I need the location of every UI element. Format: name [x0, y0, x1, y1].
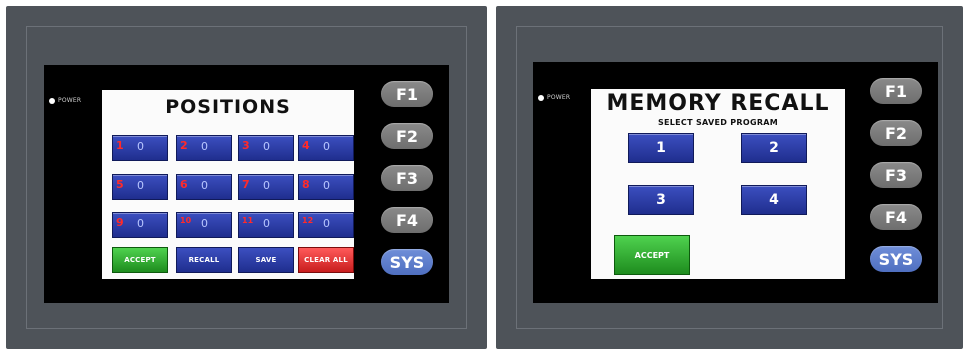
program-button-2[interactable]: 2 [741, 133, 807, 163]
position-value: 0 [137, 179, 144, 192]
f4-key[interactable]: F4 [870, 204, 922, 230]
position-value: 0 [323, 217, 330, 230]
hmi-panel-positions: POWER POSITIONS 1 0 2 0 3 0 4 0 5 0 6 0 … [6, 6, 487, 349]
position-button-2[interactable]: 2 0 [176, 135, 232, 161]
recall-button[interactable]: RECALL [176, 247, 232, 273]
position-button-7[interactable]: 7 0 [238, 174, 294, 200]
f2-key[interactable]: F2 [381, 123, 433, 149]
power-label: POWER [547, 94, 571, 101]
program-button-3[interactable]: 3 [628, 185, 694, 215]
screen-bezel: POWER MEMORY RECALL SELECT SAVED PROGRAM… [533, 62, 938, 303]
page-subtitle: SELECT SAVED PROGRAM [657, 118, 779, 127]
position-button-6[interactable]: 6 0 [176, 174, 232, 200]
position-number: 11 [242, 216, 254, 225]
accept-button[interactable]: ACCEPT [112, 247, 168, 273]
save-button[interactable]: SAVE [238, 247, 294, 273]
position-value: 0 [137, 140, 144, 153]
power-indicator: POWER [49, 97, 81, 104]
position-button-5[interactable]: 5 0 [112, 174, 168, 200]
position-number: 5 [116, 178, 124, 191]
position-value: 0 [323, 179, 330, 192]
f1-key[interactable]: F1 [870, 78, 922, 104]
position-value: 0 [201, 179, 208, 192]
position-number: 4 [302, 139, 310, 152]
position-button-10[interactable]: 10 0 [176, 212, 232, 238]
power-indicator: POWER [538, 94, 570, 101]
program-button-4[interactable]: 4 [741, 185, 807, 215]
position-value: 0 [137, 217, 144, 230]
program-button-1[interactable]: 1 [628, 133, 694, 163]
position-value: 0 [323, 140, 330, 153]
position-button-8[interactable]: 8 0 [298, 174, 354, 200]
position-number: 12 [302, 216, 314, 225]
f3-key[interactable]: F3 [381, 165, 433, 191]
position-button-11[interactable]: 11 0 [238, 212, 294, 238]
position-number: 10 [180, 216, 192, 225]
position-number: 1 [116, 139, 124, 152]
position-button-4[interactable]: 4 0 [298, 135, 354, 161]
position-number: 2 [180, 139, 188, 152]
position-value: 0 [263, 179, 270, 192]
position-button-9[interactable]: 9 0 [112, 212, 168, 238]
f1-key[interactable]: F1 [381, 81, 433, 107]
f4-key[interactable]: F4 [381, 207, 433, 233]
hmi-panel-memory-recall: POWER MEMORY RECALL SELECT SAVED PROGRAM… [496, 6, 963, 349]
position-value: 0 [263, 140, 270, 153]
page-title: MEMORY RECALL [606, 91, 830, 116]
sys-key[interactable]: SYS [381, 249, 433, 275]
power-label: POWER [58, 97, 82, 104]
position-button-12[interactable]: 12 0 [298, 212, 354, 238]
f2-key[interactable]: F2 [870, 120, 922, 146]
position-number: 6 [180, 178, 188, 191]
clear-all-button[interactable]: CLEAR ALL [298, 247, 354, 273]
position-number: 9 [116, 216, 124, 229]
position-number: 8 [302, 178, 310, 191]
power-led-icon [49, 97, 55, 104]
touch-screen: POSITIONS 1 0 2 0 3 0 4 0 5 0 6 0 7 0 8 … [102, 90, 354, 279]
touch-screen: MEMORY RECALL SELECT SAVED PROGRAM 1 2 3… [591, 89, 845, 279]
position-value: 0 [201, 140, 208, 153]
position-button-3[interactable]: 3 0 [238, 135, 294, 161]
position-value: 0 [263, 217, 270, 230]
position-number: 7 [242, 178, 250, 191]
f3-key[interactable]: F3 [870, 162, 922, 188]
page-title: POSITIONS [165, 96, 291, 118]
accept-button[interactable]: ACCEPT [614, 235, 690, 275]
position-value: 0 [201, 217, 208, 230]
sys-key[interactable]: SYS [870, 246, 922, 272]
position-button-1[interactable]: 1 0 [112, 135, 168, 161]
power-led-icon [538, 94, 544, 101]
screen-bezel: POWER POSITIONS 1 0 2 0 3 0 4 0 5 0 6 0 … [44, 65, 449, 303]
position-number: 3 [242, 139, 250, 152]
